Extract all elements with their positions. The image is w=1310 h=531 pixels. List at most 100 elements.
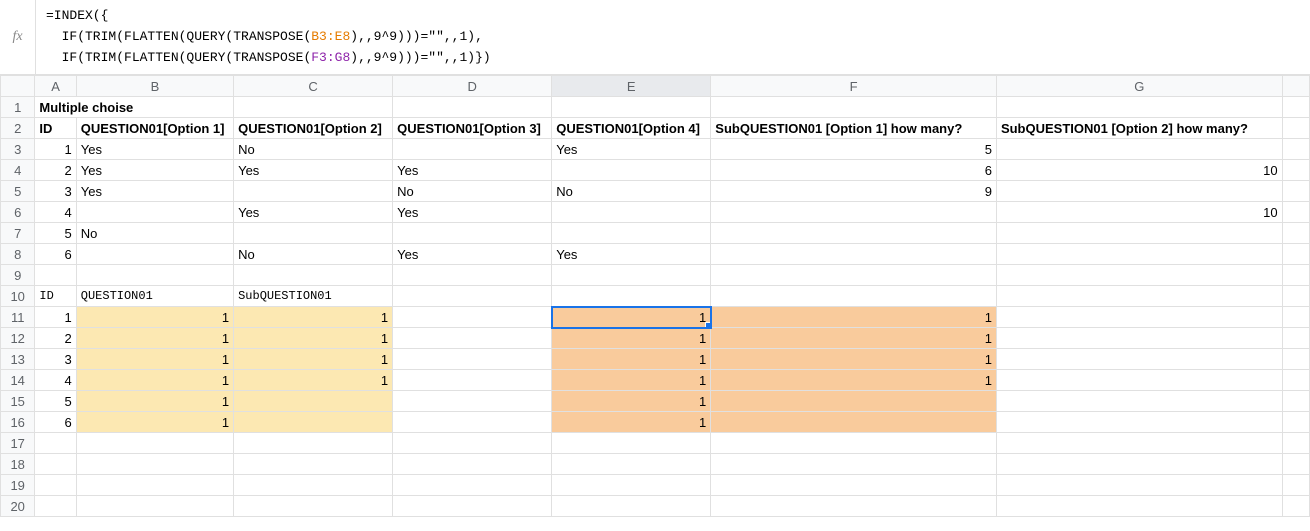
spreadsheet-grid[interactable]: A B C D E F G 1 Multiple choise 2 ID QUE… <box>0 75 1310 517</box>
cell-A6[interactable]: 4 <box>35 202 76 223</box>
cell-E15[interactable]: 1 <box>552 391 711 412</box>
cell-E11[interactable]: 1 <box>552 307 711 328</box>
cell-F3[interactable]: 5 <box>711 139 997 160</box>
cell-C4[interactable]: Yes <box>234 160 393 181</box>
cell-G4[interactable]: 10 <box>996 160 1282 181</box>
cell-G1[interactable] <box>996 97 1282 118</box>
cell-C17[interactable] <box>234 433 393 454</box>
cell-G15[interactable] <box>996 391 1282 412</box>
cell-H17[interactable] <box>1282 433 1309 454</box>
cell-E4[interactable] <box>552 160 711 181</box>
cell-E17[interactable] <box>552 433 711 454</box>
cell-D12[interactable] <box>393 328 552 349</box>
row-header-7[interactable]: 7 <box>1 223 35 244</box>
cell-E20[interactable] <box>552 496 711 517</box>
row-header-17[interactable]: 17 <box>1 433 35 454</box>
cell-F4[interactable]: 6 <box>711 160 997 181</box>
col-header-G[interactable]: G <box>996 76 1282 97</box>
cell-A11[interactable]: 1 <box>35 307 76 328</box>
row-header-5[interactable]: 5 <box>1 181 35 202</box>
cell-G10[interactable] <box>996 286 1282 307</box>
cell-D5[interactable]: No <box>393 181 552 202</box>
cell-D16[interactable] <box>393 412 552 433</box>
cell-H10[interactable] <box>1282 286 1309 307</box>
cell-G16[interactable] <box>996 412 1282 433</box>
cell-C16[interactable] <box>234 412 393 433</box>
cell-H11[interactable] <box>1282 307 1309 328</box>
col-header-extra[interactable] <box>1282 76 1309 97</box>
cell-E10[interactable] <box>552 286 711 307</box>
cell-D10[interactable] <box>393 286 552 307</box>
cell-E16[interactable]: 1 <box>552 412 711 433</box>
cell-G20[interactable] <box>996 496 1282 517</box>
cell-B2[interactable]: QUESTION01[Option 1] <box>76 118 233 139</box>
cell-B20[interactable] <box>76 496 233 517</box>
cell-F12[interactable]: 1 <box>711 328 997 349</box>
cell-A14[interactable]: 4 <box>35 370 76 391</box>
cell-A5[interactable]: 3 <box>35 181 76 202</box>
cell-F5[interactable]: 9 <box>711 181 997 202</box>
cell-A15[interactable]: 5 <box>35 391 76 412</box>
cell-B8[interactable] <box>76 244 233 265</box>
formula-input[interactable]: =INDEX({ IF(TRIM(FLATTEN(QUERY(TRANSPOSE… <box>36 0 1310 74</box>
cell-H7[interactable] <box>1282 223 1309 244</box>
cell-F17[interactable] <box>711 433 997 454</box>
select-all-corner[interactable] <box>1 76 35 97</box>
cell-A20[interactable] <box>35 496 76 517</box>
cell-D15[interactable] <box>393 391 552 412</box>
cell-C1[interactable] <box>234 97 393 118</box>
row-header-4[interactable]: 4 <box>1 160 35 181</box>
cell-A12[interactable]: 2 <box>35 328 76 349</box>
cell-F16[interactable] <box>711 412 997 433</box>
cell-F10[interactable] <box>711 286 997 307</box>
cell-F6[interactable] <box>711 202 997 223</box>
cell-G8[interactable] <box>996 244 1282 265</box>
row-header-14[interactable]: 14 <box>1 370 35 391</box>
cell-G7[interactable] <box>996 223 1282 244</box>
cell-G14[interactable] <box>996 370 1282 391</box>
cell-D17[interactable] <box>393 433 552 454</box>
cell-A2[interactable]: ID <box>35 118 76 139</box>
cell-G11[interactable] <box>996 307 1282 328</box>
cell-B11[interactable]: 1 <box>76 307 233 328</box>
cell-A1[interactable]: Multiple choise <box>35 97 234 118</box>
row-header-6[interactable]: 6 <box>1 202 35 223</box>
cell-A19[interactable] <box>35 475 76 496</box>
cell-A18[interactable] <box>35 454 76 475</box>
cell-G19[interactable] <box>996 475 1282 496</box>
cell-D8[interactable]: Yes <box>393 244 552 265</box>
cell-D1[interactable] <box>393 97 552 118</box>
cell-F13[interactable]: 1 <box>711 349 997 370</box>
cell-C11[interactable]: 1 <box>234 307 393 328</box>
cell-B9[interactable] <box>76 265 233 286</box>
cell-B16[interactable]: 1 <box>76 412 233 433</box>
cell-B17[interactable] <box>76 433 233 454</box>
cell-E2[interactable]: QUESTION01[Option 4] <box>552 118 711 139</box>
cell-B18[interactable] <box>76 454 233 475</box>
cell-C14[interactable]: 1 <box>234 370 393 391</box>
cell-D13[interactable] <box>393 349 552 370</box>
cell-H4[interactable] <box>1282 160 1309 181</box>
cell-H8[interactable] <box>1282 244 1309 265</box>
cell-G12[interactable] <box>996 328 1282 349</box>
cell-B4[interactable]: Yes <box>76 160 233 181</box>
row-header-1[interactable]: 1 <box>1 97 35 118</box>
cell-E6[interactable] <box>552 202 711 223</box>
cell-D9[interactable] <box>393 265 552 286</box>
row-header-12[interactable]: 12 <box>1 328 35 349</box>
cell-C3[interactable]: No <box>234 139 393 160</box>
cell-C7[interactable] <box>234 223 393 244</box>
cell-F20[interactable] <box>711 496 997 517</box>
row-header-11[interactable]: 11 <box>1 307 35 328</box>
cell-A10[interactable]: ID <box>35 286 76 307</box>
cell-G2[interactable]: SubQUESTION01 [Option 2] how many? <box>996 118 1282 139</box>
cell-F18[interactable] <box>711 454 997 475</box>
cell-C2[interactable]: QUESTION01[Option 2] <box>234 118 393 139</box>
cell-H15[interactable] <box>1282 391 1309 412</box>
col-header-F[interactable]: F <box>711 76 997 97</box>
row-header-3[interactable]: 3 <box>1 139 35 160</box>
cell-H18[interactable] <box>1282 454 1309 475</box>
cell-G13[interactable] <box>996 349 1282 370</box>
col-header-E[interactable]: E <box>552 76 711 97</box>
cell-H2[interactable] <box>1282 118 1309 139</box>
